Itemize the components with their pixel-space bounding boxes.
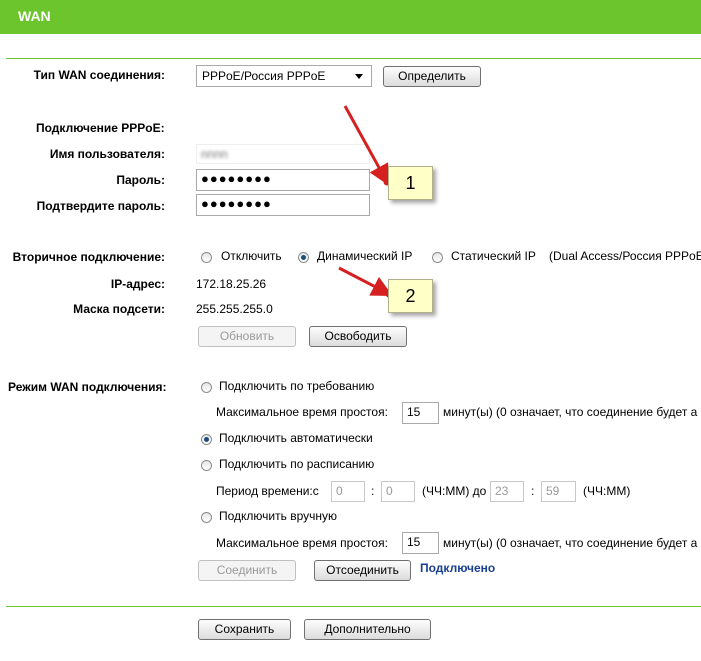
annotation-callout-1: 1 [388,166,433,200]
arrow-2 [338,266,393,296]
annotation-arrows [338,105,393,298]
arrow-1 [343,105,390,186]
annotation-callout-2: 2 [388,279,433,313]
